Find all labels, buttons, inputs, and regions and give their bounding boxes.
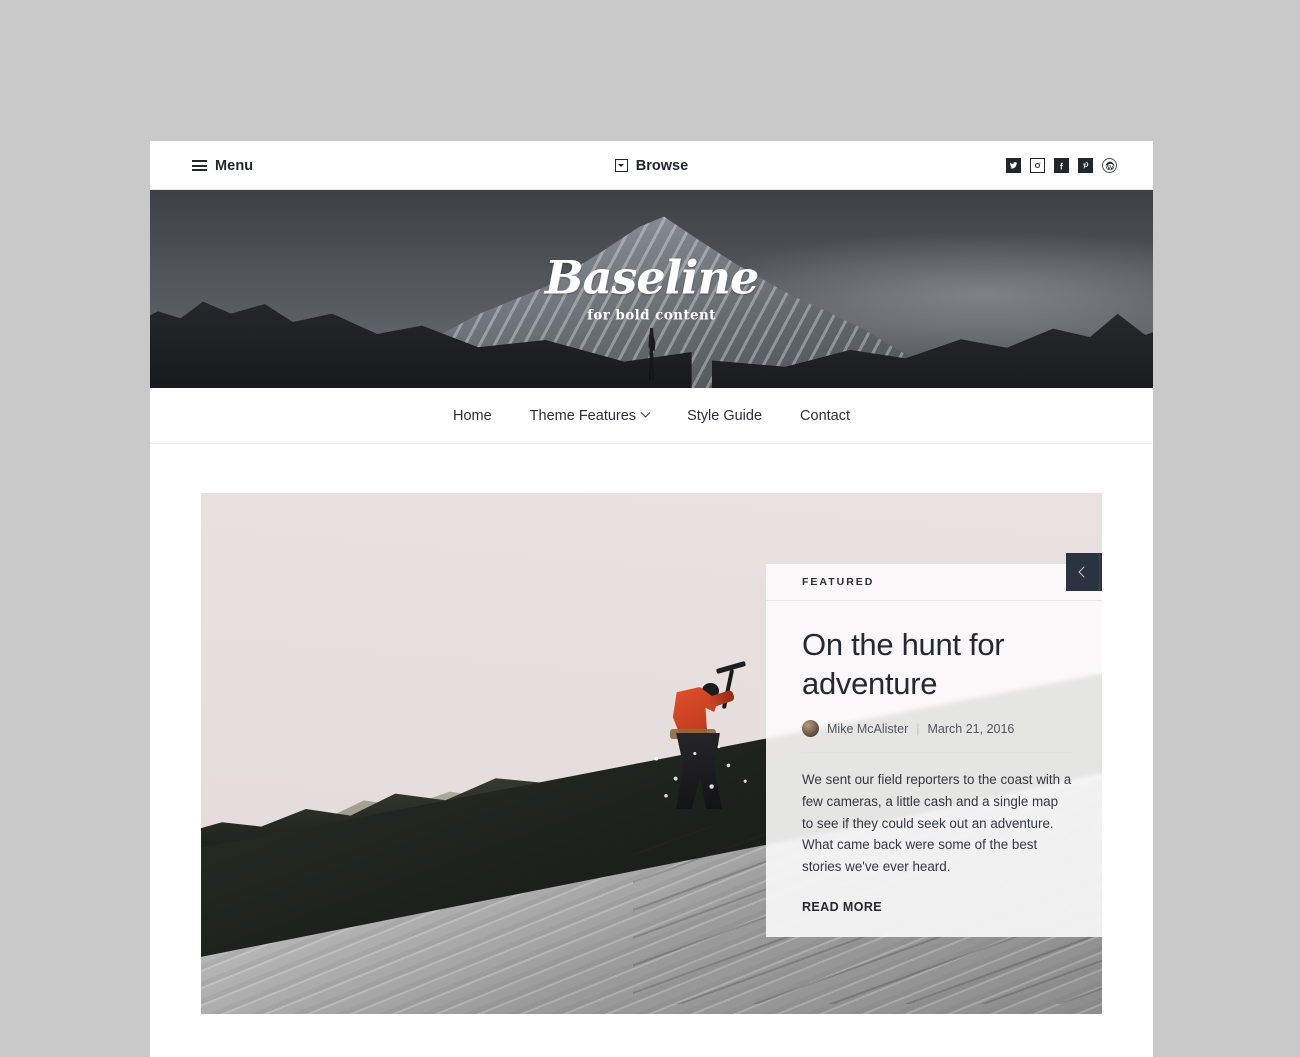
chevron-left-icon — [1078, 566, 1090, 578]
site-logo-text: Baseline — [544, 250, 760, 305]
social-links — [1006, 141, 1117, 190]
featured-eyebrow: FEATURED — [802, 576, 875, 588]
wordpress-icon[interactable] — [1102, 158, 1117, 173]
featured-hero-image[interactable]: FEATURED On the hunt for adventure Mike … — [201, 493, 1102, 1014]
post-excerpt: We sent our field reporters to the coast… — [802, 772, 1072, 874]
author-avatar — [802, 720, 819, 738]
chevron-down-icon — [640, 407, 651, 418]
browse-box-icon — [614, 159, 628, 172]
slider-next-button[interactable] — [1099, 553, 1102, 591]
instagram-icon[interactable] — [1030, 158, 1045, 173]
byline-separator: | — [916, 721, 920, 736]
post-date: March 21, 2016 — [927, 721, 1015, 736]
twitter-icon[interactable] — [1006, 158, 1021, 173]
browse-label: Browse — [635, 157, 689, 174]
read-more-link[interactable]: READ MORE — [802, 900, 882, 914]
nav-item-label: Home — [452, 407, 492, 424]
featured-card-body: On the hunt for adventure Mike McAlister… — [766, 601, 1102, 916]
post-byline: Mike McAlister | March 21, 2016 — [802, 720, 1072, 754]
author-name[interactable]: Mike McAlister — [827, 722, 908, 736]
nav-item-label: Style Guide — [687, 407, 763, 424]
nav-item-contact[interactable]: Contact — [800, 408, 850, 424]
nav-item-home[interactable]: Home — [453, 408, 492, 424]
nav-item-theme-features[interactable]: Theme Features — [529, 407, 651, 424]
featured-post-card: FEATURED On the hunt for adventure Mike … — [766, 553, 1102, 937]
nav-item-label: Contact — [800, 407, 851, 424]
main-content: FEATURED On the hunt for adventure Mike … — [150, 444, 1153, 1015]
nav-item-style-guide[interactable]: Style Guide — [687, 408, 762, 424]
slider-prev-button[interactable] — [1066, 553, 1099, 591]
nav-item-label: Theme Features — [529, 407, 637, 424]
browse-button[interactable]: Browse — [150, 141, 1153, 190]
site-banner: Baseline for bold content — [150, 190, 1153, 388]
site-tagline: for bold content — [587, 307, 716, 324]
post-title[interactable]: On the hunt for adventure — [802, 625, 1072, 703]
slider-controls — [1066, 553, 1102, 591]
ice-spray-particles — [642, 739, 762, 805]
pinterest-icon[interactable] — [1078, 158, 1093, 173]
site-logo[interactable]: Baseline for bold content — [150, 255, 1153, 324]
browser-page: Menu Browse Baseline for bold content Ho… — [150, 141, 1153, 1057]
facebook-icon[interactable] — [1054, 158, 1069, 173]
primary-navigation: Home Theme Features Style Guide Contact — [150, 388, 1153, 444]
featured-card-header: FEATURED — [766, 553, 1102, 601]
hero-climber-figure — [642, 660, 762, 861]
top-utility-bar: Menu Browse — [150, 141, 1153, 190]
